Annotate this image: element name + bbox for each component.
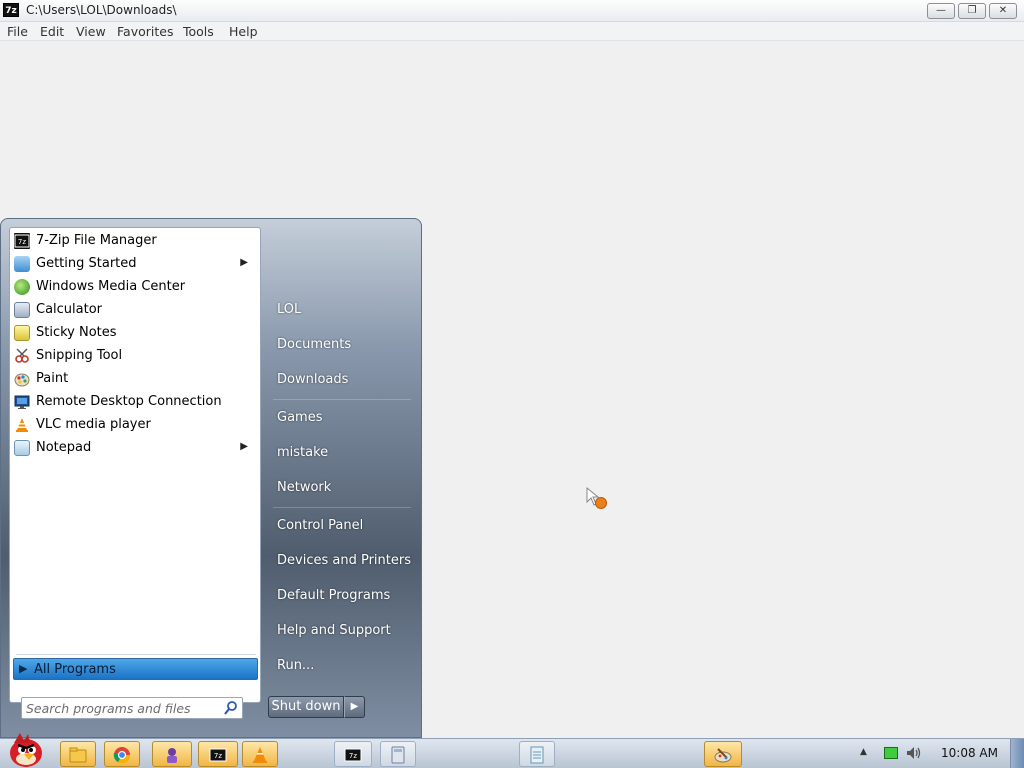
right-item-devices-and-printers[interactable]: Devices and Printers: [277, 553, 411, 568]
taskbar-chrome[interactable]: [104, 741, 140, 767]
taskbar-7zip[interactable]: 7z: [198, 741, 238, 767]
program-paint[interactable]: Paint: [12, 368, 258, 391]
search-icon[interactable]: [223, 700, 239, 716]
right-item-documents[interactable]: Documents: [277, 337, 351, 352]
program-remote-desktop-connection[interactable]: Remote Desktop Connection: [12, 391, 258, 414]
right-item-default-programs[interactable]: Default Programs: [277, 588, 390, 603]
all-programs-label: All Programs: [34, 662, 116, 677]
right-divider: [273, 507, 411, 508]
menu-view[interactable]: View: [76, 24, 106, 39]
media-center-icon: [14, 279, 30, 295]
svg-text:7z: 7z: [214, 752, 222, 760]
program-notepad[interactable]: Notepad ▶: [12, 437, 258, 460]
taskbar-vlc[interactable]: [242, 741, 278, 767]
taskbar-games[interactable]: [152, 741, 192, 767]
menu-help[interactable]: Help: [229, 24, 258, 39]
7zip-app-icon: 7z: [3, 3, 19, 17]
all-programs-arrow-icon: ▶: [19, 662, 28, 675]
getting-started-icon: [14, 256, 30, 272]
calculator-icon: [14, 302, 30, 318]
programs-divider: [16, 654, 256, 655]
minimize-button[interactable]: —: [927, 3, 955, 19]
remote-desktop-icon: [14, 394, 30, 410]
network-icon[interactable]: [884, 747, 898, 759]
calculator-icon: [389, 746, 407, 764]
close-button[interactable]: ✕: [989, 3, 1017, 19]
menu-edit[interactable]: Edit: [40, 24, 64, 39]
show-desktop-button[interactable]: [1010, 739, 1024, 768]
svg-text:7z: 7z: [18, 238, 26, 246]
program-label: Remote Desktop Connection: [36, 394, 222, 409]
taskbar-explorer[interactable]: [60, 741, 96, 767]
menu-bar: File Edit View Favorites Tools Help: [0, 22, 1024, 41]
submenu-arrow-icon: ▶: [240, 441, 248, 452]
program-windows-media-center[interactable]: Windows Media Center: [12, 276, 258, 299]
search-input[interactable]: [26, 700, 216, 716]
taskbar-calculator[interactable]: [380, 741, 416, 767]
paint-icon: [14, 371, 30, 387]
vlc-icon: [251, 746, 269, 764]
7zip-icon: 7z: [209, 746, 227, 764]
search-box[interactable]: [21, 697, 243, 719]
7zip-icon: 7z: [344, 746, 362, 764]
paint-icon: [714, 746, 732, 764]
snipping-tool-icon: [14, 348, 30, 364]
submenu-arrow-icon: ▶: [240, 257, 248, 268]
window-title: C:\Users\LOL\Downloads\: [26, 3, 177, 17]
program-label: Notepad: [36, 440, 92, 455]
taskbar-paint[interactable]: [704, 741, 742, 767]
window-title-bar[interactable]: 7z C:\Users\LOL\Downloads\ — ❐ ✕: [0, 0, 1024, 22]
program-label: Calculator: [36, 302, 103, 317]
start-button[interactable]: [4, 731, 48, 768]
right-divider: [273, 399, 411, 400]
program-label: Snipping Tool: [36, 348, 123, 363]
program-sticky-notes[interactable]: Sticky Notes: [12, 322, 258, 345]
program-snipping-tool[interactable]: Snipping Tool: [12, 345, 258, 368]
program-label: Paint: [36, 371, 69, 386]
maximize-button[interactable]: ❐: [958, 3, 986, 19]
notepad-icon: [528, 746, 546, 764]
program-calculator[interactable]: Calculator: [12, 299, 258, 322]
program-label: Windows Media Center: [36, 279, 186, 294]
programs-pane: 7z 7-Zip File Manager Getting Started ▶ …: [9, 227, 261, 703]
svg-text:7z: 7z: [349, 752, 357, 760]
chrome-icon: [113, 746, 131, 764]
program-getting-started[interactable]: Getting Started ▶: [12, 253, 258, 276]
busy-cursor-icon: [586, 486, 612, 511]
program-label: Sticky Notes: [36, 325, 117, 340]
program-label: Getting Started: [36, 256, 137, 271]
explorer-icon: [69, 746, 87, 764]
volume-icon[interactable]: [906, 745, 922, 761]
start-menu: 7z 7-Zip File Manager Getting Started ▶ …: [0, 218, 422, 738]
right-item-downloads[interactable]: Downloads: [277, 372, 348, 387]
right-item-run[interactable]: Run...: [277, 658, 314, 673]
sticky-notes-icon: [14, 325, 30, 341]
taskbar: 7z 7z ▲ 10:08 AM: [0, 733, 1024, 768]
notepad-icon: [14, 440, 30, 456]
program-label: VLC media player: [36, 417, 151, 432]
show-hidden-icons-arrow-icon[interactable]: ▲: [860, 747, 867, 757]
right-item-lol[interactable]: LOL: [277, 302, 301, 317]
menu-favorites[interactable]: Favorites: [117, 24, 173, 39]
taskbar-notepad[interactable]: [519, 741, 555, 767]
program-label: 7-Zip File Manager: [36, 233, 157, 248]
taskbar-7zip-window[interactable]: 7z: [334, 741, 372, 767]
program-vlc-media-player[interactable]: VLC media player: [12, 414, 258, 437]
program-7zip-file-manager[interactable]: 7z 7-Zip File Manager: [12, 230, 258, 253]
right-item-mistake[interactable]: mistake: [277, 445, 328, 460]
shut-down-button[interactable]: Shut down: [268, 696, 344, 718]
menu-tools[interactable]: Tools: [183, 24, 214, 39]
games-icon: [163, 746, 181, 764]
shut-down-options-arrow-icon[interactable]: ▶: [344, 696, 365, 718]
menu-file[interactable]: File: [7, 24, 28, 39]
vlc-icon: [14, 417, 30, 433]
right-item-control-panel[interactable]: Control Panel: [277, 518, 363, 533]
7zip-icon: 7z: [14, 233, 30, 249]
right-item-help-and-support[interactable]: Help and Support: [277, 623, 391, 638]
all-programs-button[interactable]: ▶ All Programs: [13, 658, 258, 680]
right-item-network[interactable]: Network: [277, 480, 331, 495]
clock[interactable]: 10:08 AM: [941, 746, 998, 760]
right-item-games[interactable]: Games: [277, 410, 322, 425]
